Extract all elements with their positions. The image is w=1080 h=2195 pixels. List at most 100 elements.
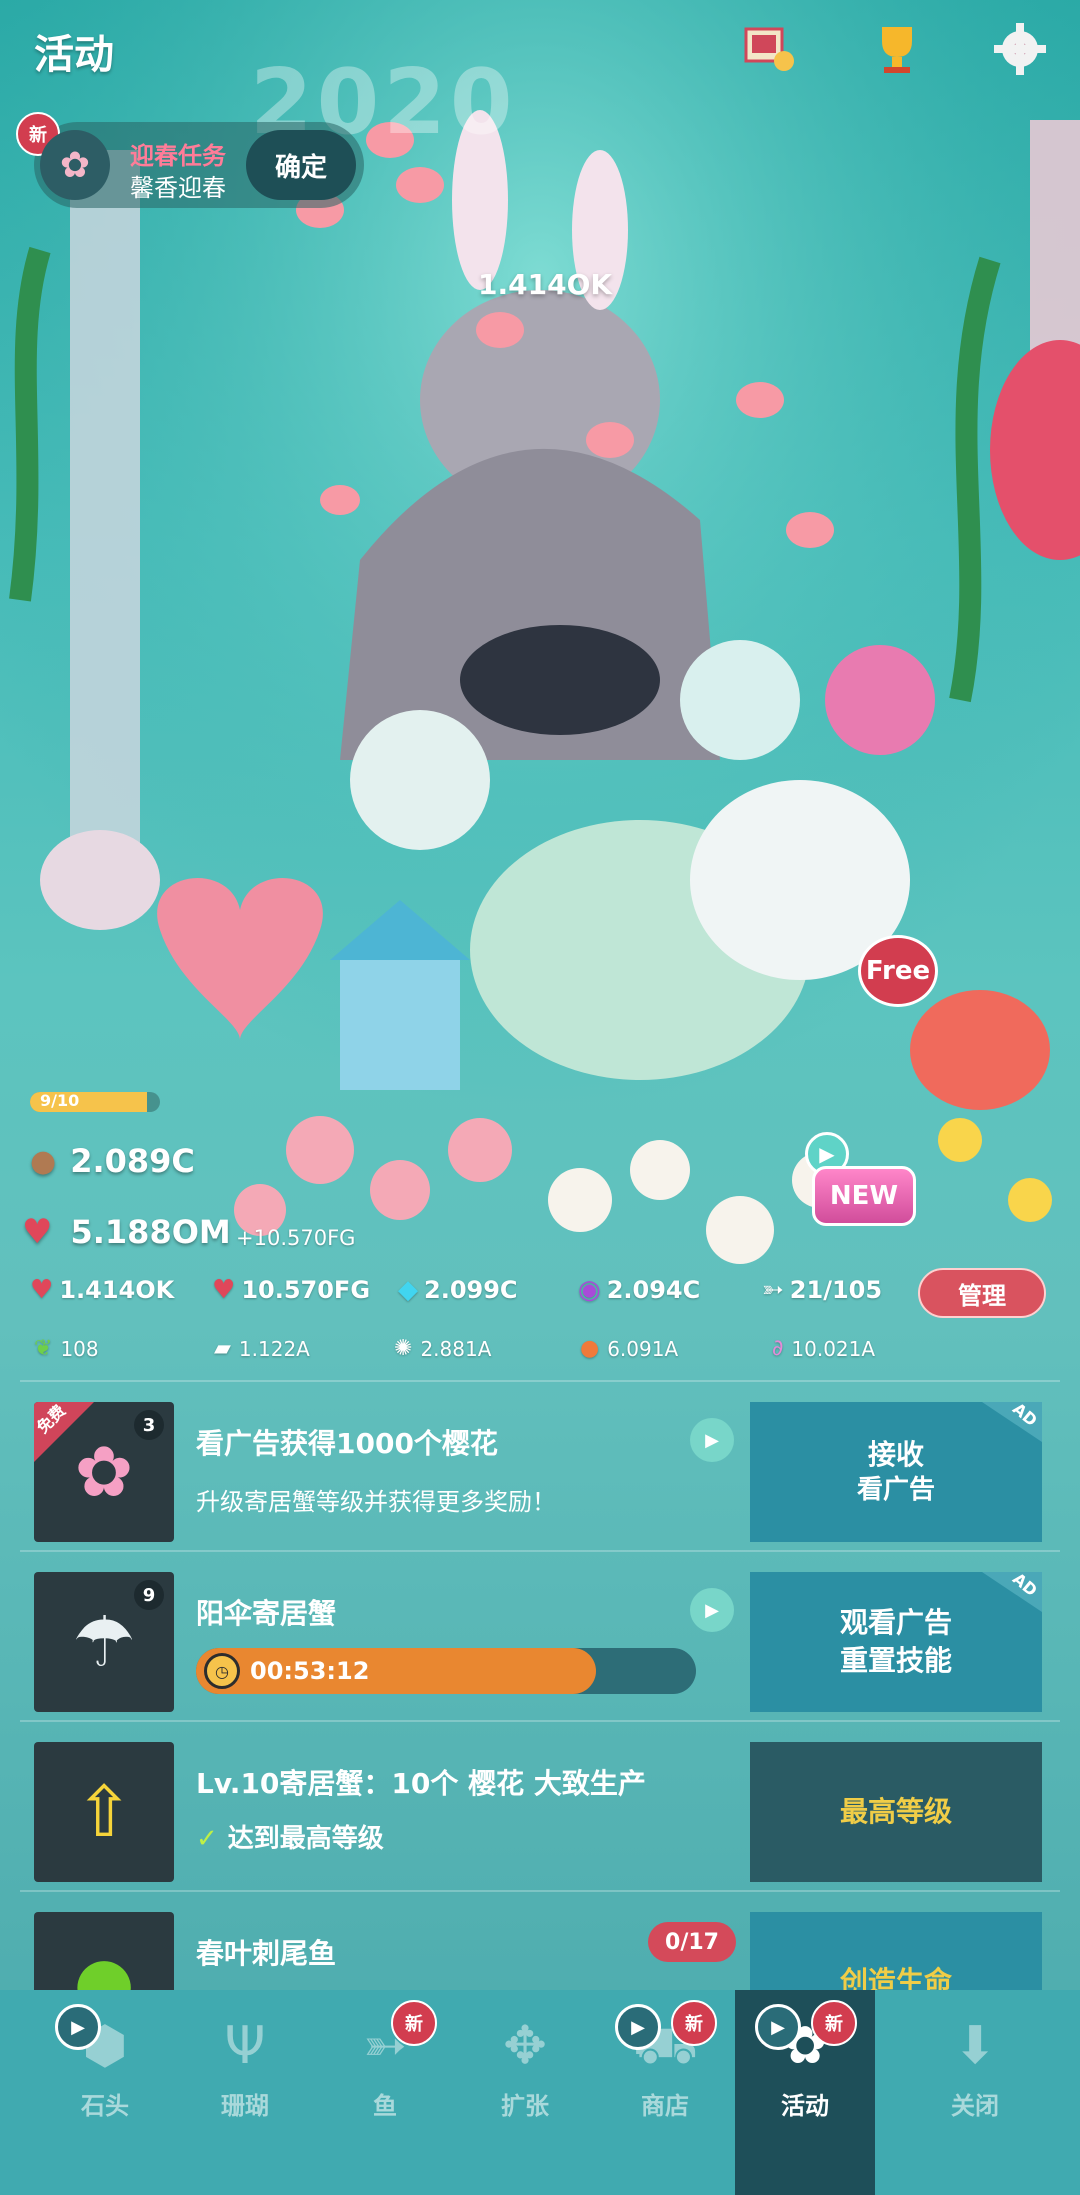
level-progress-bar: 9/10	[30, 1092, 160, 1112]
status-text: 达到最高等级	[227, 1824, 384, 1854]
stat-seaweed: ❦ 108	[34, 1336, 99, 1361]
tab-stone[interactable]: ▶ ⬢ 石头	[35, 1990, 175, 2195]
tab-fish[interactable]: 新 ➳ 鱼	[315, 1990, 455, 2195]
leaf-fish-icon: ●	[73, 1941, 135, 1990]
activity-list[interactable]: ✿ 免费 3 看广告获得1000个樱花 ▶ 升级寄居蟹等级并获得更多奖励！ AD…	[0, 1380, 1080, 1990]
list-item: ✿ 免费 3 看广告获得1000个樱花 ▶ 升级寄居蟹等级并获得更多奖励！ AD…	[20, 1380, 1060, 1542]
fish-thumbnail: ●	[34, 1912, 174, 1990]
tab-label: 活动	[781, 2092, 829, 2120]
timer-fill: 00:53:12	[196, 1648, 596, 1694]
stat-timer-heart: ♥ 10.570FG	[212, 1275, 370, 1305]
max-level-button[interactable]: 最高等级	[750, 1742, 1042, 1882]
fish-icon: ➳	[762, 1275, 784, 1305]
photo-album-icon[interactable]	[735, 14, 805, 84]
action-sublabel: 看广告	[856, 1475, 935, 1506]
manage-button[interactable]: 管理	[918, 1268, 1046, 1318]
diamond-icon: ◆	[398, 1275, 418, 1305]
tab-label: 扩张	[501, 2092, 549, 2120]
stat-value: 10.021A	[791, 1336, 876, 1361]
timer-text: 00:53:12	[250, 1657, 370, 1685]
action-label: 最高等级	[839, 1795, 952, 1829]
stat-seahorse: ∂ 10.021A	[772, 1336, 875, 1361]
confirm-button[interactable]: 确定	[246, 130, 356, 200]
level-up-arrow-icon: ⇧	[74, 1771, 134, 1853]
stat-clownfish: ● 6.091A	[580, 1336, 678, 1361]
item-count: 3	[134, 1410, 164, 1440]
video-play-icon[interactable]: ▶	[755, 2004, 801, 2050]
hearts-currency: ♥ 5.188OM	[22, 1212, 231, 1252]
create-life-button[interactable]: 创造生命	[750, 1912, 1042, 1990]
ad-label: AD	[1009, 1569, 1042, 1601]
free-gift-button[interactable]: Free	[858, 935, 938, 1007]
stat-fish-count: ➳ 21/105	[762, 1275, 882, 1305]
action-label: 观看广告	[839, 1606, 952, 1640]
settings-gear-icon[interactable]	[985, 14, 1055, 84]
tab-activity[interactable]: ▶ 新 ✿ 活动	[735, 1990, 875, 2195]
coral-currency: ● 2.089C	[30, 1142, 195, 1180]
list-item: ● 春叶刺尾鱼 0/17 创造生命	[20, 1890, 1060, 1990]
action-sublabel: 重置技能	[839, 1644, 952, 1677]
reset-skill-ad-button[interactable]: AD 观看广告 重置技能	[750, 1572, 1042, 1712]
clock-icon: ◷	[204, 1653, 240, 1689]
stat-value: 2.099C	[424, 1276, 518, 1304]
coral-value: 2.089C	[70, 1142, 195, 1180]
video-play-icon[interactable]: ▶	[690, 1418, 734, 1462]
tab-label: 鱼	[373, 2092, 397, 2120]
new-item-badge[interactable]: NEW	[812, 1166, 916, 1226]
tab-expand[interactable]: ✥ 扩张	[455, 1990, 595, 2195]
quest-title: 迎春任务	[130, 142, 226, 170]
free-corner-label: 免费	[34, 1402, 70, 1438]
seaweed-icon: ❦	[34, 1336, 53, 1361]
close-download-icon: ⬇	[953, 2016, 997, 2076]
stat-tap-heart: ♥ 1.414OK	[30, 1275, 174, 1305]
trophy-icon[interactable]	[862, 14, 932, 84]
stat-value: 2.881A	[420, 1336, 492, 1361]
video-play-icon[interactable]: ▶	[615, 2004, 661, 2050]
ad-corner-badge: AD	[982, 1402, 1042, 1442]
item-title: 春叶刺尾鱼	[196, 1937, 337, 1970]
page-title: 活动	[34, 32, 114, 78]
tab-label: 商店	[641, 2092, 689, 2120]
aquarium-scene[interactable]: 活动 2020 新 ✿ 迎春任务 馨香迎春 确定 1.414OK Free ▶ …	[0, 0, 1080, 1390]
new-badge: 新	[391, 2000, 437, 2046]
stat-value: 2.094C	[606, 1276, 701, 1304]
stat-pearl: ◉ 2.094C	[578, 1275, 700, 1305]
tab-label: 石头	[81, 2092, 129, 2120]
item-title: 看广告获得1000个樱花	[196, 1427, 498, 1460]
fish-counter: 0/17	[648, 1922, 736, 1962]
new-badge: 新	[671, 2000, 717, 2046]
sakura-icon: ✿	[74, 1431, 134, 1513]
seahorse-icon: ∂	[772, 1336, 784, 1361]
video-play-icon[interactable]: ▶	[690, 1588, 734, 1632]
stat-value: 1.414OK	[59, 1276, 175, 1304]
sakura-thumbnail: ✿ 免费 3	[34, 1402, 174, 1542]
action-label: 创造生命	[839, 1965, 952, 1990]
ad-corner-badge: AD	[982, 1572, 1042, 1612]
tab-shop[interactable]: ▶ 新 ⛟ 商店	[595, 1990, 735, 2195]
stat-diamond: ◆ 2.099C	[398, 1275, 518, 1305]
sakura-icon: ✿	[40, 130, 110, 200]
floating-earning-text: 1.414OK	[478, 268, 613, 301]
list-item: ⇧ Lv.10寄居蟹：10个 樱花 大致生产 ✓ 达到最高等级 最高等级	[20, 1720, 1060, 1882]
tab-close[interactable]: ⬇ 关闭	[905, 1990, 1045, 2195]
tab-coral[interactable]: Ψ 珊瑚	[175, 1990, 315, 2195]
expand-icon: ✥	[503, 2016, 547, 2076]
spring-quest-banner[interactable]: 新 ✿ 迎春任务 馨香迎春 确定	[16, 112, 364, 208]
video-play-icon[interactable]: ▶	[55, 2004, 101, 2050]
hearts-rate: +10.570FG	[236, 1226, 356, 1250]
stat-value: 10.570FG	[241, 1276, 371, 1304]
stat-rock: ▰ 1.122A	[214, 1336, 310, 1361]
stat-value: 6.091A	[607, 1336, 679, 1361]
tab-label: 珊瑚	[221, 2092, 269, 2120]
aquarium-illustration	[0, 0, 1080, 1390]
receive-ad-button[interactable]: AD 接收 看广告	[750, 1402, 1042, 1542]
stat-value: 21/105	[789, 1276, 883, 1304]
rock-icon: ▰	[214, 1336, 231, 1361]
heart-icon: ♥	[22, 1212, 53, 1252]
item-subtitle: 升级寄居蟹等级并获得更多奖励！	[196, 1488, 556, 1516]
stat-value: 108	[60, 1336, 99, 1361]
action-label: 接收	[867, 1437, 924, 1471]
level-progress-text: 9/10	[40, 1092, 80, 1110]
hermit-crab-thumbnail: ☂ 9	[34, 1572, 174, 1712]
item-count: 9	[134, 1580, 164, 1610]
